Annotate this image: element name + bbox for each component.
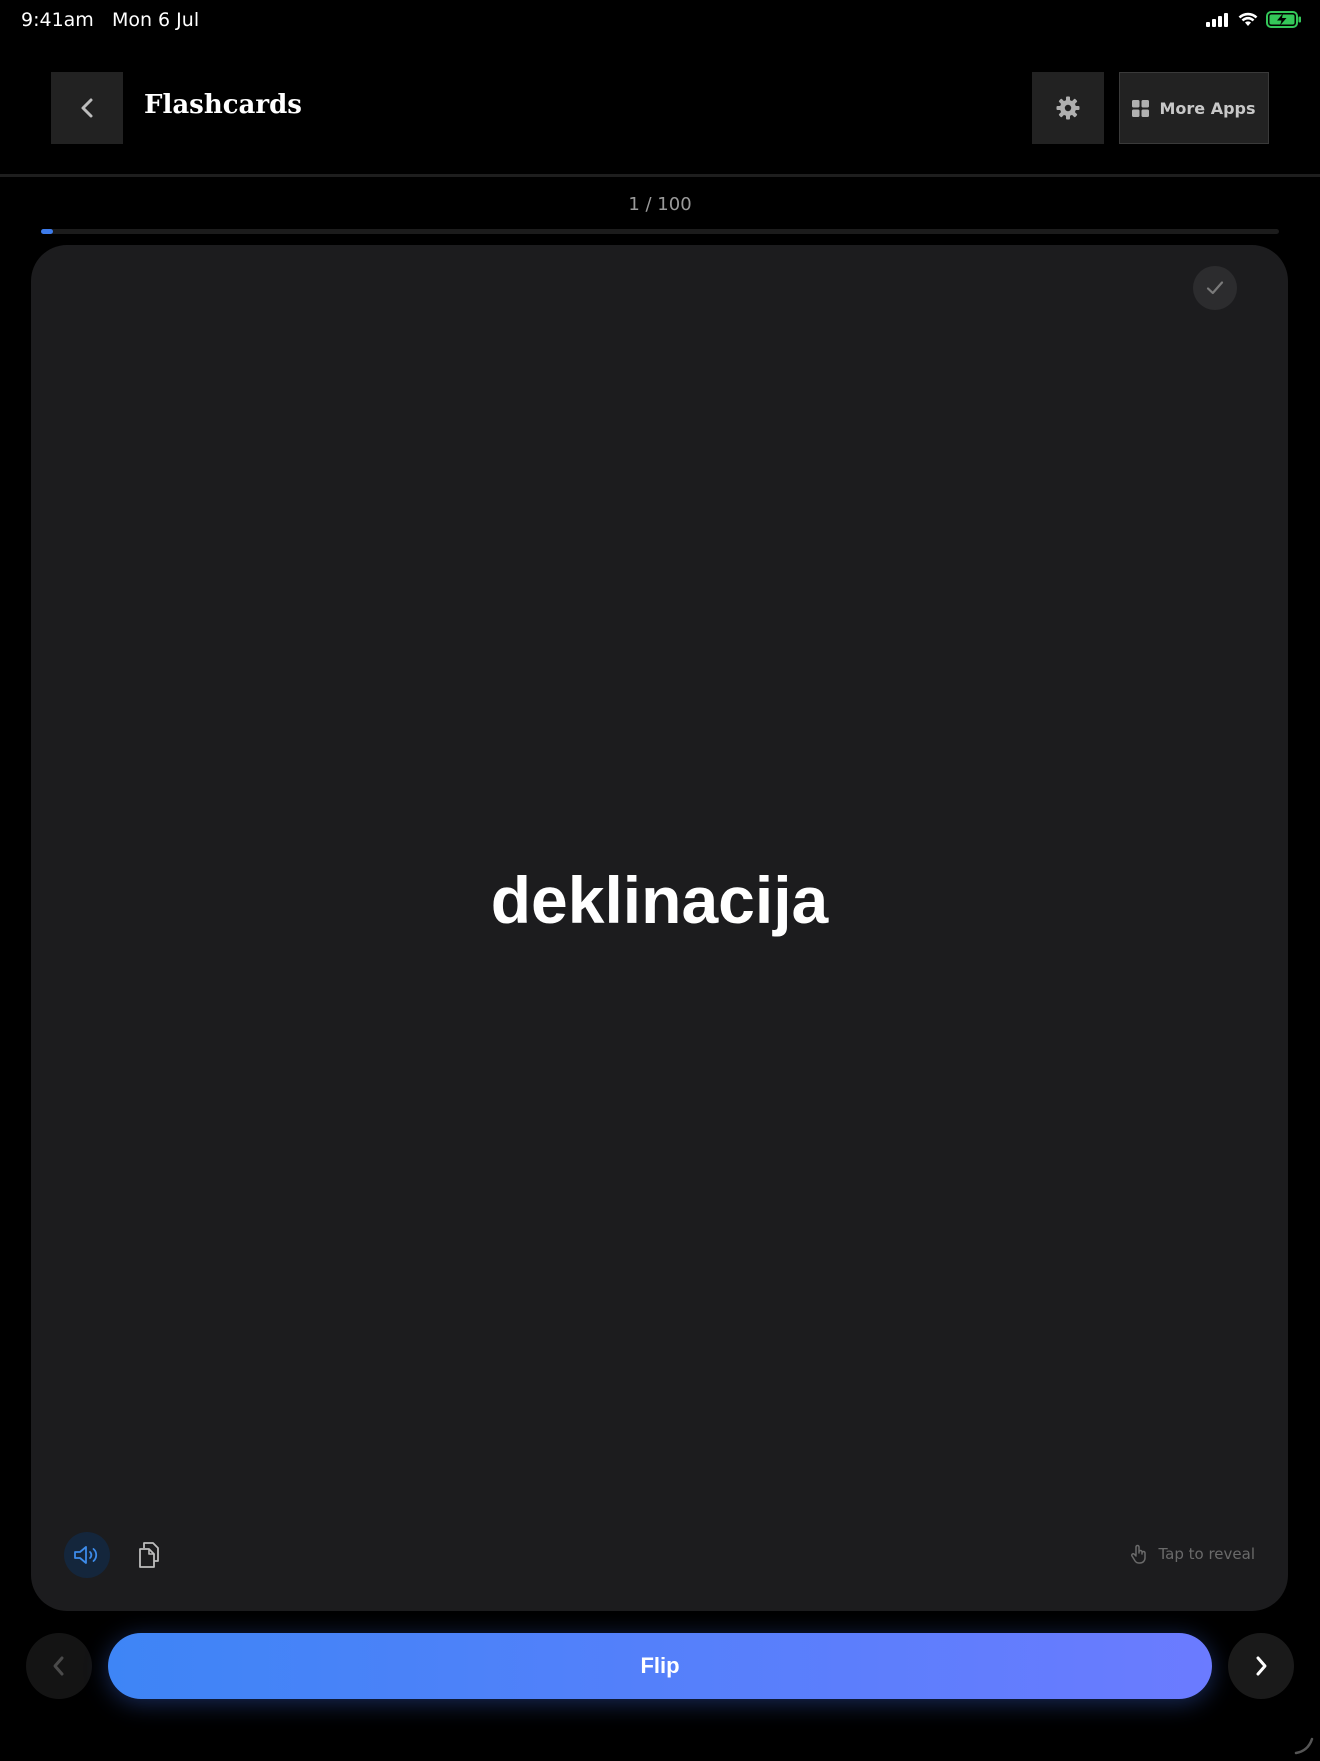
status-time: 9:41am Mon 6 Jul [21, 9, 199, 31]
checkmark-icon [1206, 281, 1224, 295]
chevron-left-icon [53, 1656, 64, 1676]
status-bar: 9:41am Mon 6 Jul [0, 0, 1320, 42]
tap-to-reveal-label: Tap to reveal [1158, 1545, 1255, 1563]
page-title: Flashcards [144, 90, 302, 120]
flip-button-label: Flip [640, 1653, 680, 1678]
copy-icon [139, 1542, 159, 1568]
speaker-icon [74, 1546, 98, 1564]
previous-card-button[interactable] [26, 1633, 92, 1699]
more-apps-button[interactable]: More Apps [1119, 72, 1269, 144]
chevron-right-icon [1256, 1656, 1267, 1676]
settings-button[interactable] [1032, 72, 1104, 144]
resize-corner-icon [1294, 1737, 1314, 1755]
next-card-button[interactable] [1228, 1633, 1294, 1699]
gear-icon [1056, 96, 1080, 120]
status-icons [1206, 11, 1302, 28]
more-apps-label: More Apps [1159, 98, 1256, 118]
signal-icon [1206, 12, 1228, 27]
status-date-text: Mon 6 Jul [111, 9, 200, 31]
header: Flashcards More Apps [0, 72, 1320, 144]
tap-to-reveal-hint: Tap to reveal [1130, 1544, 1255, 1564]
mark-known-button[interactable] [1193, 266, 1237, 310]
card-term: deklinacija [490, 863, 829, 937]
wifi-icon [1238, 12, 1258, 26]
flip-button[interactable]: Flip [108, 1633, 1212, 1699]
flashcard[interactable]: deklinacija Tap to reveal [31, 245, 1288, 1611]
tap-hand-icon [1131, 1544, 1147, 1564]
battery-charging-icon [1266, 11, 1301, 28]
copy-button[interactable] [132, 1537, 168, 1573]
back-button[interactable] [51, 72, 123, 144]
header-divider [0, 174, 1320, 177]
speak-button[interactable] [64, 1532, 110, 1578]
status-time-text: 9:41am [21, 9, 94, 31]
chevron-left-icon [81, 98, 93, 118]
progress-counter: 1 / 100 [628, 194, 692, 215]
progress-bar [41, 229, 1279, 234]
progress-bar-fill [41, 229, 54, 234]
grid-icon [1132, 99, 1150, 117]
